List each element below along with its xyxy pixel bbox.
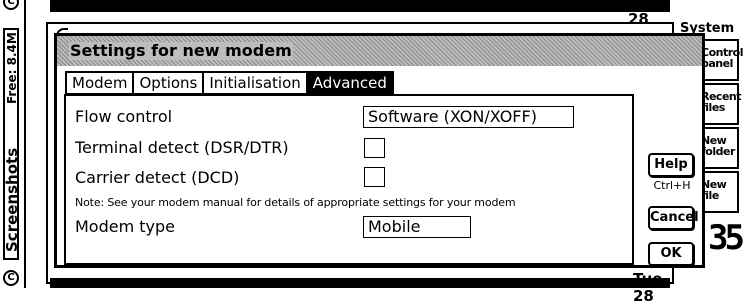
- top-status-bar: [50, 0, 670, 12]
- ok-button[interactable]: OK: [648, 242, 694, 266]
- app-name-label[interactable]: Screenshots: [3, 148, 21, 252]
- date-bottom: Tue 28: [633, 270, 663, 305]
- tab-modem[interactable]: Modem: [65, 71, 135, 95]
- modem-type-select[interactable]: Mobile: [363, 216, 471, 238]
- help-shortcut: Ctrl+H: [653, 179, 691, 192]
- terminal-detect-label: Terminal detect (DSR/DTR): [75, 138, 289, 157]
- tab-advanced[interactable]: Advanced: [305, 71, 394, 95]
- help-button[interactable]: Help: [648, 153, 694, 177]
- free-memory-label: Free: 8.4M: [5, 32, 19, 104]
- left-sidebar: C Free: 8.4M Screenshots C: [0, 0, 26, 288]
- note-text: Note: See your modem manual for details …: [75, 196, 516, 209]
- tab-initialisation[interactable]: Initialisation: [202, 71, 308, 95]
- cancel-button[interactable]: Cancel: [648, 206, 699, 230]
- carrier-detect-checkbox[interactable]: [364, 167, 385, 187]
- settings-dialog: Settings for new modem Modem Options Ini…: [54, 33, 705, 268]
- sidebar-item-label: New file: [701, 178, 727, 202]
- copyright-icon[interactable]: C: [3, 270, 19, 286]
- terminal-detect-checkbox[interactable]: [364, 138, 385, 158]
- tab-bar: Modem Options Initialisation Advanced: [65, 71, 394, 95]
- advanced-panel: Flow control Software (XON/XOFF) Termina…: [64, 94, 634, 265]
- bottom-status-bar: [50, 278, 670, 288]
- modem-type-label: Modem type: [75, 217, 176, 236]
- carrier-detect-label: Carrier detect (DCD): [75, 168, 240, 187]
- flow-control-label: Flow control: [75, 107, 173, 126]
- tab-options[interactable]: Options: [132, 71, 205, 95]
- sidebar-item-label: Recent files: [701, 90, 742, 114]
- flow-control-select[interactable]: Software (XON/XOFF): [363, 106, 574, 128]
- clock: 35: [708, 218, 745, 258]
- sidebar-item-label: New folder: [701, 134, 735, 158]
- copyright-icon[interactable]: C: [3, 0, 19, 10]
- dialog-title: Settings for new modem: [69, 41, 293, 60]
- sidebar-item-label: Control panel: [701, 46, 743, 70]
- dialog-title-bar[interactable]: Settings for new modem: [57, 36, 702, 66]
